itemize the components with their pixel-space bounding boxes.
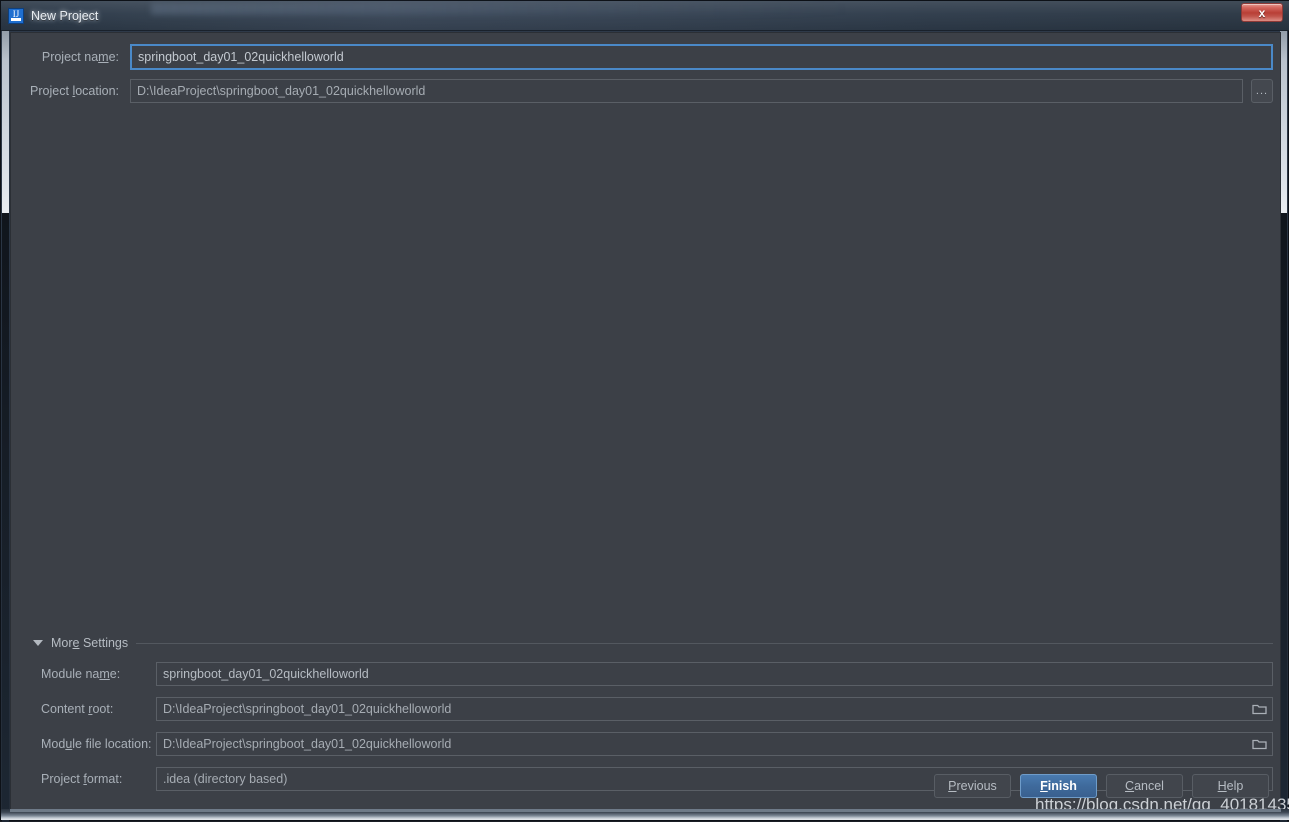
project-name-row: Project name: (23, 43, 1273, 71)
project-format-label: Project format: (41, 772, 156, 786)
ellipsis-icon: ... (1256, 85, 1268, 97)
dialog-button-bar: Previous Finish Cancel Help (934, 774, 1269, 798)
window-frame-left (1, 1, 10, 822)
module-name-label: Module name: (41, 667, 156, 681)
folder-icon (1252, 738, 1267, 750)
browse-content-root-button[interactable] (1246, 698, 1272, 720)
project-location-input[interactable] (130, 79, 1243, 103)
folder-icon (1252, 703, 1267, 715)
browse-project-location-button[interactable]: ... (1251, 79, 1273, 103)
project-name-input[interactable] (130, 44, 1273, 70)
help-button[interactable]: Help (1192, 774, 1269, 798)
content-root-input[interactable] (156, 697, 1273, 721)
content-root-row: Content root: (41, 696, 1273, 722)
module-name-input[interactable] (156, 662, 1273, 686)
previous-button[interactable]: Previous (934, 774, 1011, 798)
project-location-label: Project location: (23, 84, 119, 98)
module-file-location-input[interactable] (156, 732, 1273, 756)
module-name-row: Module name: (41, 661, 1273, 687)
close-icon: x (1259, 7, 1266, 19)
new-project-window: IJ New Project x Project name: Project l… (0, 0, 1289, 821)
content-root-label: Content root: (41, 702, 156, 716)
module-file-location-row: Module file location: (41, 731, 1273, 757)
module-file-location-label: Module file location: (41, 737, 156, 751)
window-title: New Project (31, 9, 98, 23)
intellij-idea-icon: IJ (8, 8, 24, 24)
project-location-row: Project location: ... (23, 78, 1273, 104)
browse-module-file-location-button[interactable] (1246, 733, 1272, 755)
more-settings-toggle[interactable]: More Settings (33, 634, 1273, 652)
chevron-down-icon (33, 640, 43, 646)
dialog-body: Project name: Project location: ... More… (10, 32, 1281, 811)
cancel-button[interactable]: Cancel (1106, 774, 1183, 798)
finish-button[interactable]: Finish (1020, 774, 1097, 798)
title-bar[interactable]: IJ New Project x (1, 1, 1289, 31)
close-button[interactable]: x (1241, 3, 1283, 22)
title-bar-content: IJ New Project (8, 5, 98, 27)
more-settings-label: More Settings (51, 636, 128, 650)
titlebar-glass-highlight (151, 3, 851, 15)
more-settings-separator (136, 643, 1273, 644)
window-frame-bottom (1, 809, 1289, 820)
project-name-label: Project name: (23, 50, 119, 64)
